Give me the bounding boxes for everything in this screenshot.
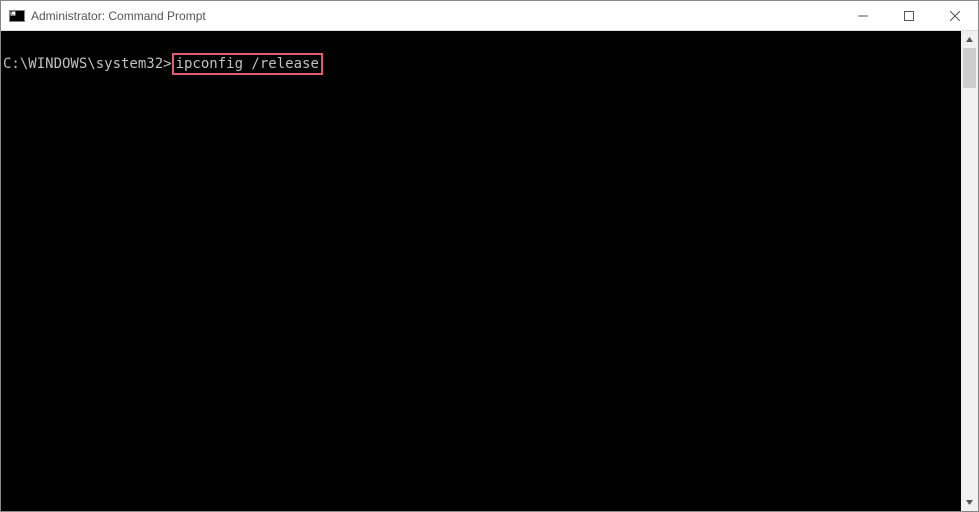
scrollbar[interactable] <box>961 31 978 511</box>
maximize-button[interactable] <box>886 1 932 31</box>
window-title: Administrator: Command Prompt <box>31 9 206 23</box>
command-highlight: ipconfig /release <box>172 53 323 75</box>
minimize-button[interactable] <box>840 1 886 31</box>
cmd-icon: C:\ <box>9 8 25 24</box>
prompt-line: C:\WINDOWS\system32>ipconfig /release <box>3 53 323 75</box>
cmd-window: C:\ Administrator: Command Prompt C:\WIN… <box>0 0 979 512</box>
client-area: C:\WINDOWS\system32>ipconfig /release <box>1 31 978 511</box>
titlebar[interactable]: C:\ Administrator: Command Prompt <box>1 1 978 31</box>
svg-text:C:\: C:\ <box>11 11 20 17</box>
scroll-down-button[interactable] <box>961 494 978 511</box>
close-button[interactable] <box>932 1 978 31</box>
scroll-thumb[interactable] <box>963 48 976 88</box>
command-text: ipconfig /release <box>176 56 319 72</box>
scroll-track[interactable] <box>961 48 978 494</box>
prompt-text: C:\WINDOWS\system32> <box>3 56 172 72</box>
scroll-up-button[interactable] <box>961 31 978 48</box>
console-output[interactable]: C:\WINDOWS\system32>ipconfig /release <box>1 31 961 511</box>
